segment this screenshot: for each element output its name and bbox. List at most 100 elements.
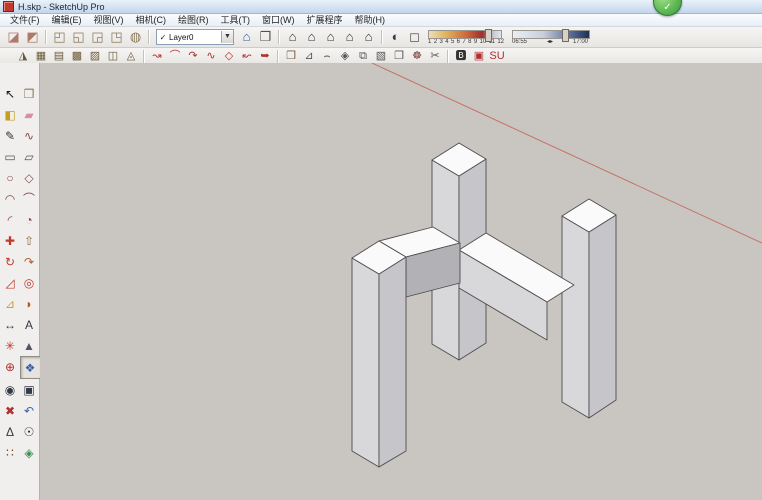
layer-combo-arrow-icon[interactable]: ▼ [221, 31, 233, 43]
column-right-right-face[interactable] [589, 215, 616, 418]
edit-component-icon[interactable]: ❐ [390, 49, 408, 64]
time-slider-handle[interactable] [562, 29, 569, 42]
tool-eraser[interactable]: ▰ [20, 104, 39, 125]
menu-item[interactable]: 工具(T) [215, 14, 257, 26]
layer-manager-icon[interactable]: ⌂ [237, 28, 256, 46]
model-viewport[interactable] [40, 63, 762, 500]
sandbox-from-contours-icon[interactable]: ◮ [14, 49, 32, 64]
sandbox-from-scratch-icon[interactable]: ▦ [32, 49, 50, 64]
tool-polygon[interactable]: ◇ [20, 167, 39, 188]
column-front-left-face[interactable] [352, 258, 379, 467]
tool-make-component[interactable]: ❒ [20, 83, 39, 104]
menu-item[interactable]: 相机(C) [130, 14, 173, 26]
drape-icon[interactable]: ▨ [86, 49, 104, 64]
tool-two-point-arc[interactable]: ⌒ [20, 188, 39, 209]
overlay-green-badge[interactable]: ✓ [653, 0, 682, 16]
tool-zoom-previous[interactable]: ↶ [20, 400, 39, 421]
tool-3d-text[interactable]: ▲ [20, 335, 39, 356]
close-curve-icon[interactable]: ➥ [256, 49, 274, 64]
tool-follow-me[interactable]: ↷ [20, 251, 39, 272]
grid-tool-icon[interactable]: ⧉ [354, 49, 372, 64]
tool-look-around[interactable]: ☉ [20, 421, 39, 442]
column-front-right-face[interactable] [379, 257, 406, 467]
view-front-icon[interactable]: ⌂ [321, 28, 340, 46]
tool-move[interactable]: ✚ [1, 230, 20, 251]
menu-item[interactable]: 视图(V) [88, 14, 130, 26]
tool-axes[interactable]: ✳ [1, 335, 20, 356]
style-edit-icon[interactable]: ◪ [4, 28, 23, 46]
tool-pie[interactable]: ◔ [20, 209, 39, 230]
tool-arc[interactable]: ◠ [1, 188, 20, 209]
tool-walk[interactable]: ∷ [1, 442, 20, 463]
shadow-toggle-icon[interactable]: ◻ [405, 28, 424, 46]
curve-edit-icon[interactable]: ↷ [184, 49, 202, 64]
tool-rectangle[interactable]: ▭ [1, 146, 20, 167]
menu-item[interactable]: 帮助(H) [349, 14, 392, 26]
face-style-hidden-line-icon[interactable]: ◲ [88, 28, 107, 46]
su-plugin-icon[interactable]: SU [488, 49, 506, 64]
menu-item[interactable]: 文件(F) [4, 14, 46, 26]
shadow-time-slider[interactable]: 06:55 ◂▸ 17:00 [512, 30, 590, 45]
arch-tool-icon[interactable]: ⌢ [318, 49, 336, 64]
tool-pan[interactable]: ❖ [20, 356, 41, 379]
face-style-xray-icon[interactable]: ◰ [50, 28, 69, 46]
mesh-tool-icon[interactable]: ▧ [372, 49, 390, 64]
layer-panel-icon[interactable]: ❒ [256, 28, 275, 46]
arc-curve-icon[interactable]: ⌒ [166, 49, 184, 64]
style-mix-icon[interactable]: ◩ [23, 28, 42, 46]
shadow-dialog-icon[interactable]: ◐ [386, 28, 405, 46]
face-style-shaded-icon[interactable]: ◳ [107, 28, 126, 46]
tool-push-pull[interactable]: ⇧ [20, 230, 39, 251]
tool-protractor[interactable]: ◗ [20, 293, 39, 314]
cleanup-tool-icon[interactable]: ✂ [426, 49, 444, 64]
tool-orbit[interactable]: ⊕ [1, 356, 20, 377]
tool-zoom-window[interactable]: ▣ [20, 379, 39, 400]
tool-line[interactable]: ✎ [1, 125, 20, 146]
shadow-date-slider[interactable]: 123456789101112 [428, 30, 504, 45]
time-step-arrows[interactable]: ◂▸ [547, 39, 553, 45]
tool-tape-measure[interactable]: ⊿ [1, 293, 20, 314]
menu-item[interactable]: 窗口(W) [256, 14, 301, 26]
tool-zoom[interactable]: ◉ [1, 379, 20, 400]
tool-scale[interactable]: ◿ [1, 272, 20, 293]
column-right-left-face[interactable] [562, 216, 589, 418]
smoove-icon[interactable]: ▤ [50, 49, 68, 64]
box-tool-icon[interactable]: ❒ [282, 49, 300, 64]
face-style-wireframe-icon[interactable]: ◱ [69, 28, 88, 46]
tool-paint-bucket[interactable]: ◧ [1, 104, 20, 125]
time-slider-bar[interactable] [512, 30, 590, 39]
flip-edge-icon[interactable]: ◬ [122, 49, 140, 64]
freehand-curve-icon[interactable]: ∿ [202, 49, 220, 64]
gear-tool-icon[interactable]: ☸ [408, 49, 426, 64]
tool-dimension[interactable]: ↔ [1, 314, 20, 335]
tool-rotate[interactable]: ↻ [1, 251, 20, 272]
menu-item[interactable]: 绘图(R) [172, 14, 215, 26]
menu-item[interactable]: 扩展程序 [301, 14, 349, 26]
bim-plugin-icon[interactable]: 🅱 [452, 49, 470, 64]
tool-text[interactable]: A [20, 314, 39, 335]
tool-three-point-arc[interactable]: ◜ [1, 209, 20, 230]
solid-tool-icon[interactable]: ◈ [336, 49, 354, 64]
view-back-icon[interactable]: ⌂ [359, 28, 378, 46]
view-iso-icon[interactable]: ⌂ [283, 28, 302, 46]
ruler-triangle-icon[interactable]: ⊿ [300, 49, 318, 64]
tool-circle[interactable]: ○ [1, 167, 20, 188]
tool-position-camera[interactable]: Δ [1, 421, 20, 442]
add-detail-icon[interactable]: ◫ [104, 49, 122, 64]
tool-offset[interactable]: ◎ [20, 272, 39, 293]
menu-item[interactable]: 编辑(E) [46, 14, 88, 26]
stamp-icon[interactable]: ▩ [68, 49, 86, 64]
tool-select[interactable]: ↖ [1, 83, 20, 104]
view-top-icon[interactable]: ⌂ [302, 28, 321, 46]
spline-icon[interactable]: ↜ [238, 49, 256, 64]
polyline-icon[interactable]: ◇ [220, 49, 238, 64]
view-right-icon[interactable]: ⌂ [340, 28, 359, 46]
tool-freehand[interactable]: ∿ [20, 125, 39, 146]
date-slider-bar[interactable] [428, 30, 502, 39]
date-slider-handle[interactable] [485, 29, 492, 42]
tool-section-plane[interactable]: ◈ [20, 442, 39, 463]
drawing-canvas[interactable] [40, 63, 762, 500]
tool-rotated-rectangle[interactable]: ▱ [20, 146, 39, 167]
render-plugin-icon[interactable]: ▣ [470, 49, 488, 64]
face-style-textured-icon[interactable]: ◍ [126, 28, 145, 46]
